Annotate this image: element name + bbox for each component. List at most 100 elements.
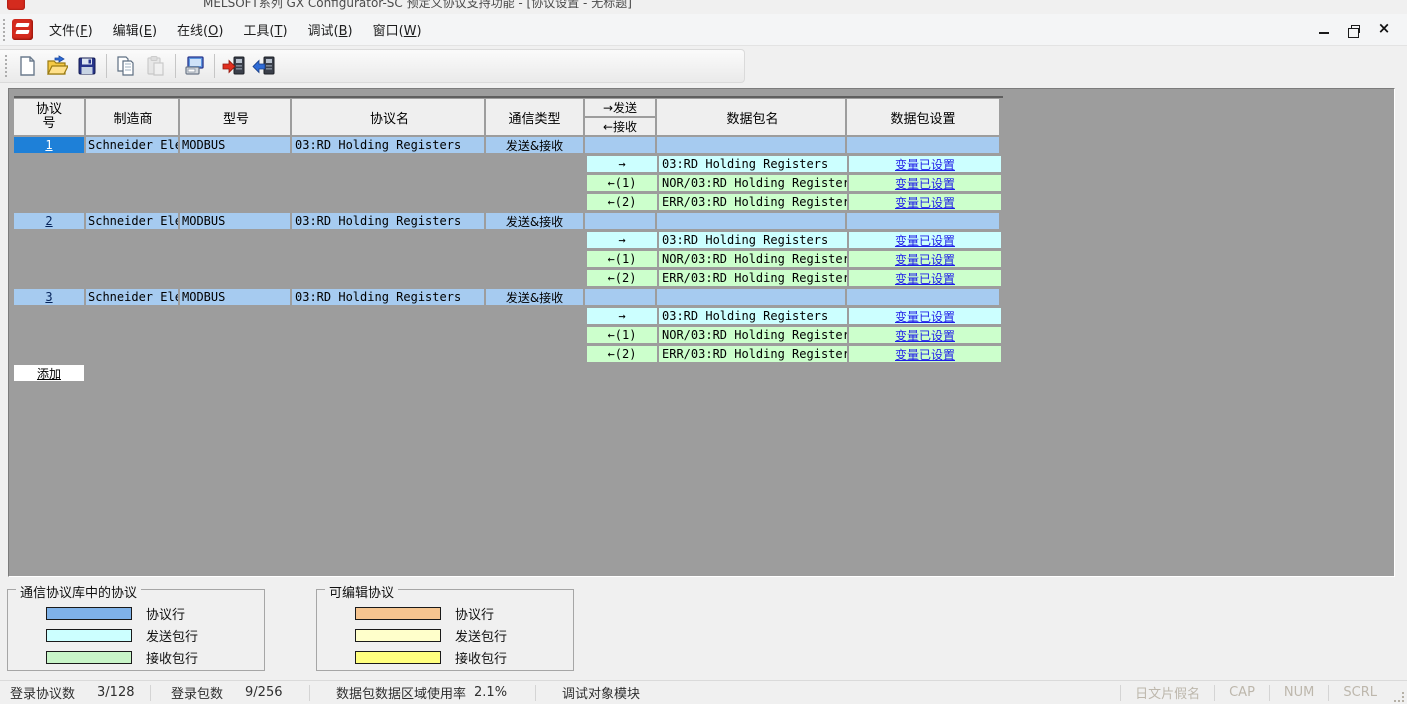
variables-set-link[interactable]: 变量已设置 [895, 156, 955, 172]
receive-packet-row-1: ←(1) NOR/03:RD Holding Registers 变量已设置 [14, 175, 1003, 191]
protocol-name-cell: 03:RD Holding Registers [292, 213, 484, 229]
header-comm-type: 通信类型 [486, 99, 583, 135]
minimize-button[interactable] [1313, 20, 1335, 38]
protocol-group: 1 Schneider Electric MODBUS 03:RD Holdin… [14, 137, 1003, 210]
variables-set-link[interactable]: 变量已设置 [895, 175, 955, 191]
send-packet-row: → 03:RD Holding Registers 变量已设置 [14, 232, 1003, 248]
packet-direction-cell: ←(1) [587, 327, 657, 343]
app-icon [7, 0, 25, 10]
protocol-table: 协议号 制造商 型号 协议名 通信类型 →发送 ←接收 数据包名 数据包设置 1… [14, 96, 1003, 381]
receive-packet-row-1: ←(1) NOR/03:RD Holding Registers 变量已设置 [14, 251, 1003, 267]
paste-icon [145, 55, 167, 77]
menu-debug[interactable]: 调试(B) [298, 16, 363, 43]
read-from-module-button[interactable] [250, 52, 278, 80]
status-packet-count: 登录包数 9/256 [151, 681, 309, 704]
protocol-name-cell: 03:RD Holding Registers [292, 289, 484, 305]
status-bar: 登录协议数 3/128 登录包数 9/256 数据包数据区域使用率 2.1% 调… [0, 680, 1407, 704]
send-packet-row-swatch [46, 629, 132, 642]
packet-direction-cell: ←(1) [587, 175, 657, 191]
packet-direction-cell: ←(1) [587, 251, 657, 267]
menu-bar: 文件(F) 编辑(E) 在线(O) 工具(T) 调试(B) 窗口(W) × [0, 14, 1407, 46]
protocol-row: 3 Schneider Electric MODBUS 03:RD Holdin… [14, 289, 1003, 305]
packet-name-cell: NOR/03:RD Holding Registers [659, 175, 847, 191]
menu-online[interactable]: 在线(O) [167, 16, 233, 43]
variables-set-link[interactable]: 变量已设置 [895, 308, 955, 324]
toolbar-grip[interactable] [4, 55, 9, 77]
swatch-label: 发送包行 [455, 626, 507, 645]
packet-setting-cell[interactable]: 变量已设置 [849, 327, 1001, 343]
menubar-grip[interactable] [2, 19, 7, 41]
packet-name-cell: 03:RD Holding Registers [659, 232, 847, 248]
mdi-window-controls: × [1313, 20, 1395, 40]
close-button[interactable]: × [1373, 20, 1395, 38]
packet-setting-cell[interactable]: 变量已设置 [849, 346, 1001, 362]
send-packet-row-swatch [355, 629, 441, 642]
variables-set-link[interactable]: 变量已设置 [895, 346, 955, 362]
status-caps-indicator: CAP [1215, 685, 1269, 700]
protocol-no-cell[interactable]: 2 [14, 213, 84, 229]
restore-button[interactable] [1343, 20, 1365, 38]
packet-setting-cell[interactable]: 变量已设置 [849, 156, 1001, 172]
variables-set-link[interactable]: 变量已设置 [895, 327, 955, 343]
packet-direction-cell: → [587, 232, 657, 248]
legend-panel: 通信协议库中的协议 协议行 发送包行 接收包行 可编辑协议 协议行 发送包行 接… [0, 577, 1407, 680]
variables-set-link[interactable]: 变量已设置 [895, 251, 955, 267]
protocol-no-cell[interactable]: 3 [14, 289, 84, 305]
protocol-group: 3 Schneider Electric MODBUS 03:RD Holdin… [14, 289, 1003, 362]
menu-tools[interactable]: 工具(T) [233, 16, 297, 43]
packet-name-cell-blank [657, 289, 845, 305]
protocol-no-cell[interactable]: 1 [14, 137, 84, 153]
protocol-no-link[interactable]: 2 [45, 214, 52, 228]
copy-icon [115, 55, 137, 77]
new-file-icon [16, 55, 38, 77]
status-protocol-count: 登录协议数 3/128 [0, 681, 150, 704]
write-to-module-button[interactable] [220, 52, 248, 80]
receive-packet-row-2: ←(2) ERR/03:RD Holding Registers 变量已设置 [14, 194, 1003, 210]
header-receive: ←接收 [585, 118, 655, 135]
app-icon[interactable] [12, 19, 33, 40]
header-model: 型号 [180, 99, 290, 135]
status-data-area-usage: 数据包数据区域使用率 2.1% [310, 681, 535, 704]
header-protocol-name: 协议名 [292, 99, 484, 135]
receive-packet-row-swatch [46, 651, 132, 664]
direction-cell-blank [585, 213, 655, 229]
swatch-label: 协议行 [146, 604, 185, 623]
packet-setting-cell-blank [847, 289, 999, 305]
print-button[interactable] [181, 52, 209, 80]
menu-window[interactable]: 窗口(W) [363, 16, 432, 43]
manufacturer-cell: Schneider Electric [86, 213, 178, 229]
save-icon [76, 55, 98, 77]
packet-setting-cell[interactable]: 变量已设置 [849, 232, 1001, 248]
packet-setting-cell[interactable]: 变量已设置 [849, 251, 1001, 267]
model-cell: MODBUS [180, 137, 290, 153]
packet-setting-cell-blank [847, 213, 999, 229]
add-protocol-link[interactable]: 添加 [37, 365, 61, 382]
new-file-button[interactable] [13, 52, 41, 80]
swatch-label: 发送包行 [146, 626, 198, 645]
add-protocol-button[interactable]: 添加 [14, 365, 84, 381]
copy-button[interactable] [112, 52, 140, 80]
packet-setting-cell[interactable]: 变量已设置 [849, 194, 1001, 210]
variables-set-link[interactable]: 变量已设置 [895, 232, 955, 248]
comm-type-cell: 发送&接收 [486, 137, 583, 153]
variables-set-link[interactable]: 变量已设置 [895, 270, 955, 286]
protocol-no-link[interactable]: 3 [45, 290, 52, 304]
editable-protocol-legend: 可编辑协议 协议行 发送包行 接收包行 [316, 589, 574, 671]
packet-setting-cell[interactable]: 变量已设置 [849, 270, 1001, 286]
menu-edit[interactable]: 编辑(E) [103, 16, 167, 43]
menu-file[interactable]: 文件(F) [39, 16, 103, 43]
editable-legend-title: 可编辑协议 [325, 582, 398, 601]
paste-button[interactable] [142, 52, 170, 80]
resize-grip[interactable] [1391, 689, 1405, 703]
model-cell: MODBUS [180, 289, 290, 305]
status-katakana-indicator: 日文片假名 [1121, 683, 1214, 702]
open-file-button[interactable] [43, 52, 71, 80]
save-button[interactable] [73, 52, 101, 80]
packet-setting-cell[interactable]: 变量已设置 [849, 175, 1001, 191]
protocol-no-link[interactable]: 1 [45, 138, 52, 152]
receive-packet-row-2: ←(2) ERR/03:RD Holding Registers 变量已设置 [14, 346, 1003, 362]
status-scroll-indicator: SCRL [1329, 685, 1391, 700]
packet-setting-cell[interactable]: 变量已设置 [849, 308, 1001, 324]
variables-set-link[interactable]: 变量已设置 [895, 194, 955, 210]
library-protocol-legend: 通信协议库中的协议 协议行 发送包行 接收包行 [7, 589, 265, 671]
